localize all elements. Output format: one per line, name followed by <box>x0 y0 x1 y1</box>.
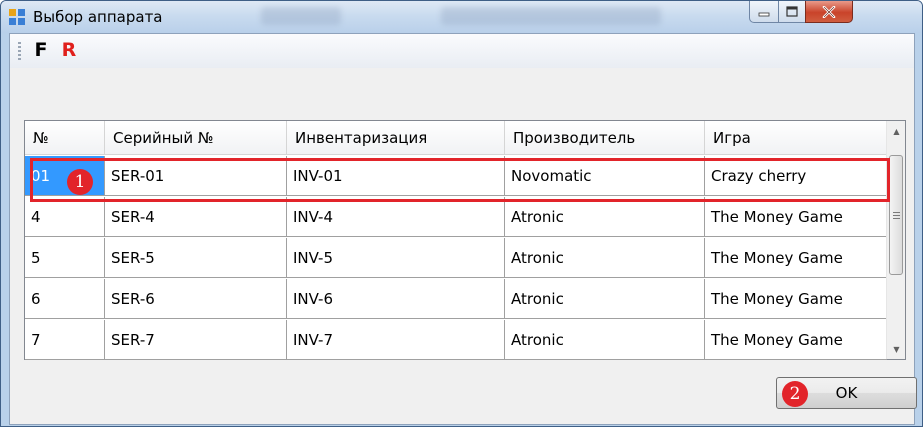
scroll-down-icon[interactable]: ▼ <box>887 339 906 359</box>
window: Выбор аппарата F R № Серийный № Инвентар… <box>0 0 923 427</box>
cell-number[interactable]: 01 <box>25 156 105 195</box>
cell-serial[interactable]: SER-5 <box>105 238 287 277</box>
scroll-thumb[interactable] <box>889 155 903 275</box>
blurred-background <box>441 7 661 25</box>
annotation-marker-2: 2 <box>782 381 808 407</box>
cell-serial[interactable]: SER-01 <box>105 156 287 195</box>
close-button[interactable] <box>805 1 853 23</box>
column-header-game[interactable]: Игра <box>705 121 887 154</box>
column-header-manufacturer[interactable]: Производитель <box>505 121 705 154</box>
blurred-background <box>261 7 341 25</box>
cell-game[interactable]: The Money Game <box>705 320 887 359</box>
cell-game[interactable]: The Money Game <box>705 197 887 236</box>
cell-inventory[interactable]: INV-5 <box>287 238 505 277</box>
table-row[interactable]: 7 SER-7 INV-7 Atronic The Money Game <box>25 320 887 360</box>
cell-game[interactable]: The Money Game <box>705 238 887 277</box>
cell-number[interactable]: 5 <box>25 238 105 277</box>
maximize-icon <box>786 6 798 17</box>
close-icon <box>822 5 836 18</box>
minimize-icon <box>758 12 770 16</box>
thumb-grip-icon <box>892 211 900 219</box>
cell-inventory[interactable]: INV-7 <box>287 320 505 359</box>
cell-serial[interactable]: SER-7 <box>105 320 287 359</box>
cell-number[interactable]: 6 <box>25 279 105 318</box>
title-bar[interactable]: Выбор аппарата <box>1 1 922 33</box>
grid-body: № Серийный № Инвентаризация Производител… <box>25 121 887 360</box>
cell-serial[interactable]: SER-6 <box>105 279 287 318</box>
table-row[interactable]: 6 SER-6 INV-6 Atronic The Money Game <box>25 279 887 319</box>
refresh-button-r[interactable]: R <box>58 39 80 61</box>
devices-grid[interactable]: № Серийный № Инвентаризация Производител… <box>24 120 906 360</box>
app-icon <box>9 9 25 25</box>
cell-manufacturer[interactable]: Atronic <box>505 238 705 277</box>
cell-game[interactable]: Crazy cherry <box>705 156 887 195</box>
column-header-number[interactable]: № <box>25 121 105 154</box>
cell-inventory[interactable]: INV-01 <box>287 156 505 195</box>
cell-manufacturer[interactable]: Atronic <box>505 197 705 236</box>
cell-game[interactable]: The Money Game <box>705 279 887 318</box>
toolbar: F R <box>10 34 914 68</box>
column-header-serial[interactable]: Серийный № <box>105 121 287 154</box>
scroll-up-icon[interactable]: ▲ <box>887 121 906 141</box>
cell-manufacturer[interactable]: Atronic <box>505 279 705 318</box>
cell-number[interactable]: 4 <box>25 197 105 236</box>
toolbar-grip-icon[interactable] <box>18 42 21 62</box>
maximize-button[interactable] <box>778 1 806 23</box>
cell-manufacturer[interactable]: Atronic <box>505 320 705 359</box>
grid-header: № Серийный № Инвентаризация Производител… <box>25 121 887 155</box>
table-row[interactable]: 4 SER-4 INV-4 Atronic The Money Game <box>25 197 887 237</box>
annotation-marker-1: 1 <box>67 169 93 195</box>
cell-inventory[interactable]: INV-6 <box>287 279 505 318</box>
cell-serial[interactable]: SER-4 <box>105 197 287 236</box>
cell-number[interactable]: 7 <box>25 320 105 359</box>
minimize-button[interactable] <box>749 1 779 23</box>
vertical-scrollbar[interactable]: ▲ ▼ <box>886 121 905 359</box>
table-row[interactable]: 01 SER-01 INV-01 Novomatic Crazy cherry <box>25 156 887 196</box>
table-row[interactable]: 5 SER-5 INV-5 Atronic The Money Game <box>25 238 887 278</box>
window-title: Выбор аппарата <box>33 8 163 26</box>
filter-button-f[interactable]: F <box>30 39 52 61</box>
cell-manufacturer[interactable]: Novomatic <box>505 156 705 195</box>
cell-inventory[interactable]: INV-4 <box>287 197 505 236</box>
column-header-inventory[interactable]: Инвентаризация <box>287 121 505 154</box>
